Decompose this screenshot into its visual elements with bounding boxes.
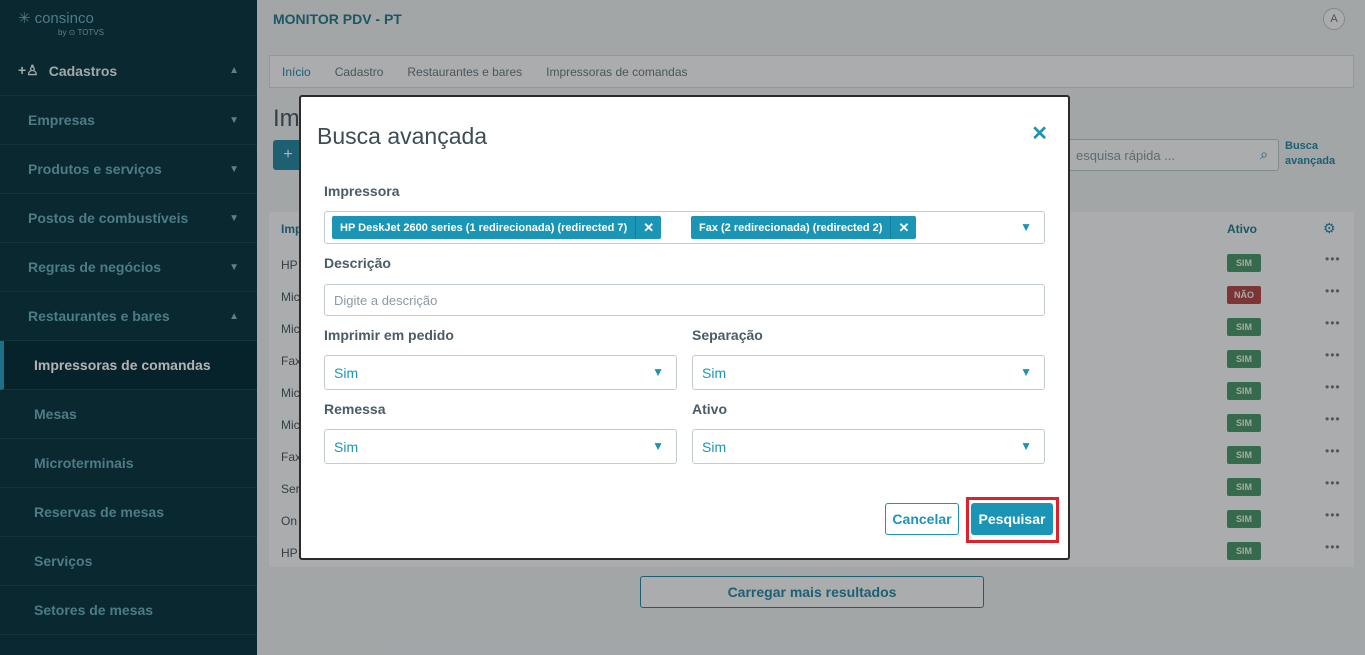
description-placeholder: Digite a descrição: [334, 293, 438, 308]
printer-tag-label: HP DeskJet 2600 series (1 redirecionada)…: [340, 221, 628, 234]
search-button[interactable]: Pesquisar: [971, 503, 1053, 535]
active-value: Sim: [702, 439, 727, 455]
print-order-label: Imprimir em pedido: [324, 327, 454, 343]
remove-tag-icon[interactable]: ✕: [890, 216, 916, 239]
separation-select[interactable]: Sim ▼: [692, 355, 1045, 390]
chevron-down-icon: ▼: [1020, 439, 1032, 453]
separation-label: Separação: [692, 327, 763, 343]
close-icon[interactable]: ✕: [1031, 121, 1048, 146]
shipment-label: Remessa: [324, 401, 386, 417]
printer-tag-label: Fax (2 redirecionada) (redirected 2): [699, 221, 883, 234]
modal-title: Busca avançada: [317, 123, 488, 149]
printer-label: Impressora: [324, 183, 400, 199]
print-order-value: Sim: [334, 365, 359, 381]
printer-tag: Fax (2 redirecionada) (redirected 2) ✕: [691, 216, 917, 239]
chevron-down-icon: ▼: [652, 439, 664, 453]
separation-value: Sim: [702, 365, 727, 381]
description-label: Descrição: [324, 255, 391, 271]
cancel-button[interactable]: Cancelar: [885, 503, 959, 535]
remove-tag-icon[interactable]: ✕: [635, 216, 661, 239]
active-label: Ativo: [692, 401, 727, 417]
printer-multiselect[interactable]: HP DeskJet 2600 series (1 redirecionada)…: [324, 211, 1045, 244]
description-input[interactable]: Digite a descrição: [324, 284, 1045, 316]
advanced-search-modal: Busca avançada ✕ Impressora HP DeskJet 2…: [299, 95, 1070, 560]
printer-tag: HP DeskJet 2600 series (1 redirecionada)…: [332, 216, 662, 239]
print-order-select[interactable]: Sim ▼: [324, 355, 677, 390]
shipment-value: Sim: [334, 439, 359, 455]
chevron-down-icon: ▼: [1020, 365, 1032, 379]
shipment-select[interactable]: Sim ▼: [324, 429, 677, 464]
chevron-down-icon[interactable]: ▼: [1020, 220, 1032, 234]
active-select[interactable]: Sim ▼: [692, 429, 1045, 464]
chevron-down-icon: ▼: [652, 365, 664, 379]
